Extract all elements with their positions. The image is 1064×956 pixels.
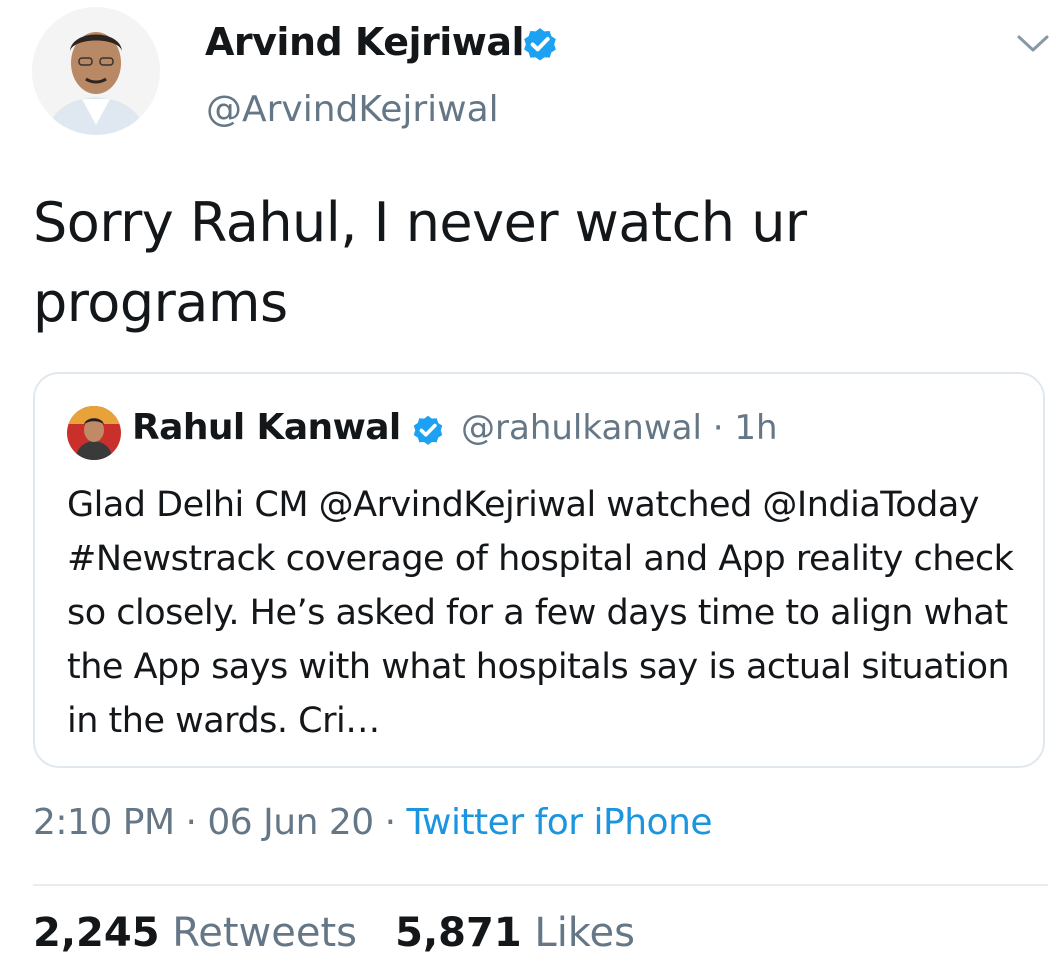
quoted-author-avatar[interactable] — [67, 406, 121, 460]
likes-label[interactable]: Likes — [534, 910, 635, 956]
likes-count[interactable]: 5,871 — [395, 910, 522, 956]
chevron-down-icon[interactable] — [1016, 32, 1050, 56]
divider — [33, 884, 1048, 886]
retweets-count[interactable]: 2,245 — [33, 910, 160, 956]
quoted-handle-time: @rahulkanwal · 1h — [461, 408, 778, 448]
engagement-stats: 2,245 Retweets 5,871 Likes — [33, 910, 635, 956]
quoted-tweet-text: Glad Delhi CM @ArvindKejriwal watched @I… — [67, 485, 1014, 741]
retweets-label[interactable]: Retweets — [172, 910, 357, 956]
author-avatar[interactable] — [32, 7, 160, 135]
author-name[interactable]: Arvind Kejriwal — [205, 20, 525, 64]
source-link[interactable]: Twitter for iPhone — [406, 802, 712, 843]
verified-badge-icon — [524, 28, 556, 61]
quoted-tweet-card[interactable]: Rahul Kanwal @rahulkanwal · 1h Glad Delh… — [33, 372, 1045, 768]
verified-badge-icon — [413, 415, 443, 445]
tweet-timestamp: 2:10 PM · 06 Jun 20 · Twitter for iPhone — [33, 802, 713, 843]
timestamp-text: 2:10 PM · 06 Jun 20 · — [33, 802, 407, 843]
tweet-text: Sorry Rahul, I never watch ur programs — [33, 191, 807, 334]
author-handle[interactable]: @ArvindKejriwal — [206, 89, 499, 130]
quoted-author-name[interactable]: Rahul Kanwal — [132, 407, 401, 448]
